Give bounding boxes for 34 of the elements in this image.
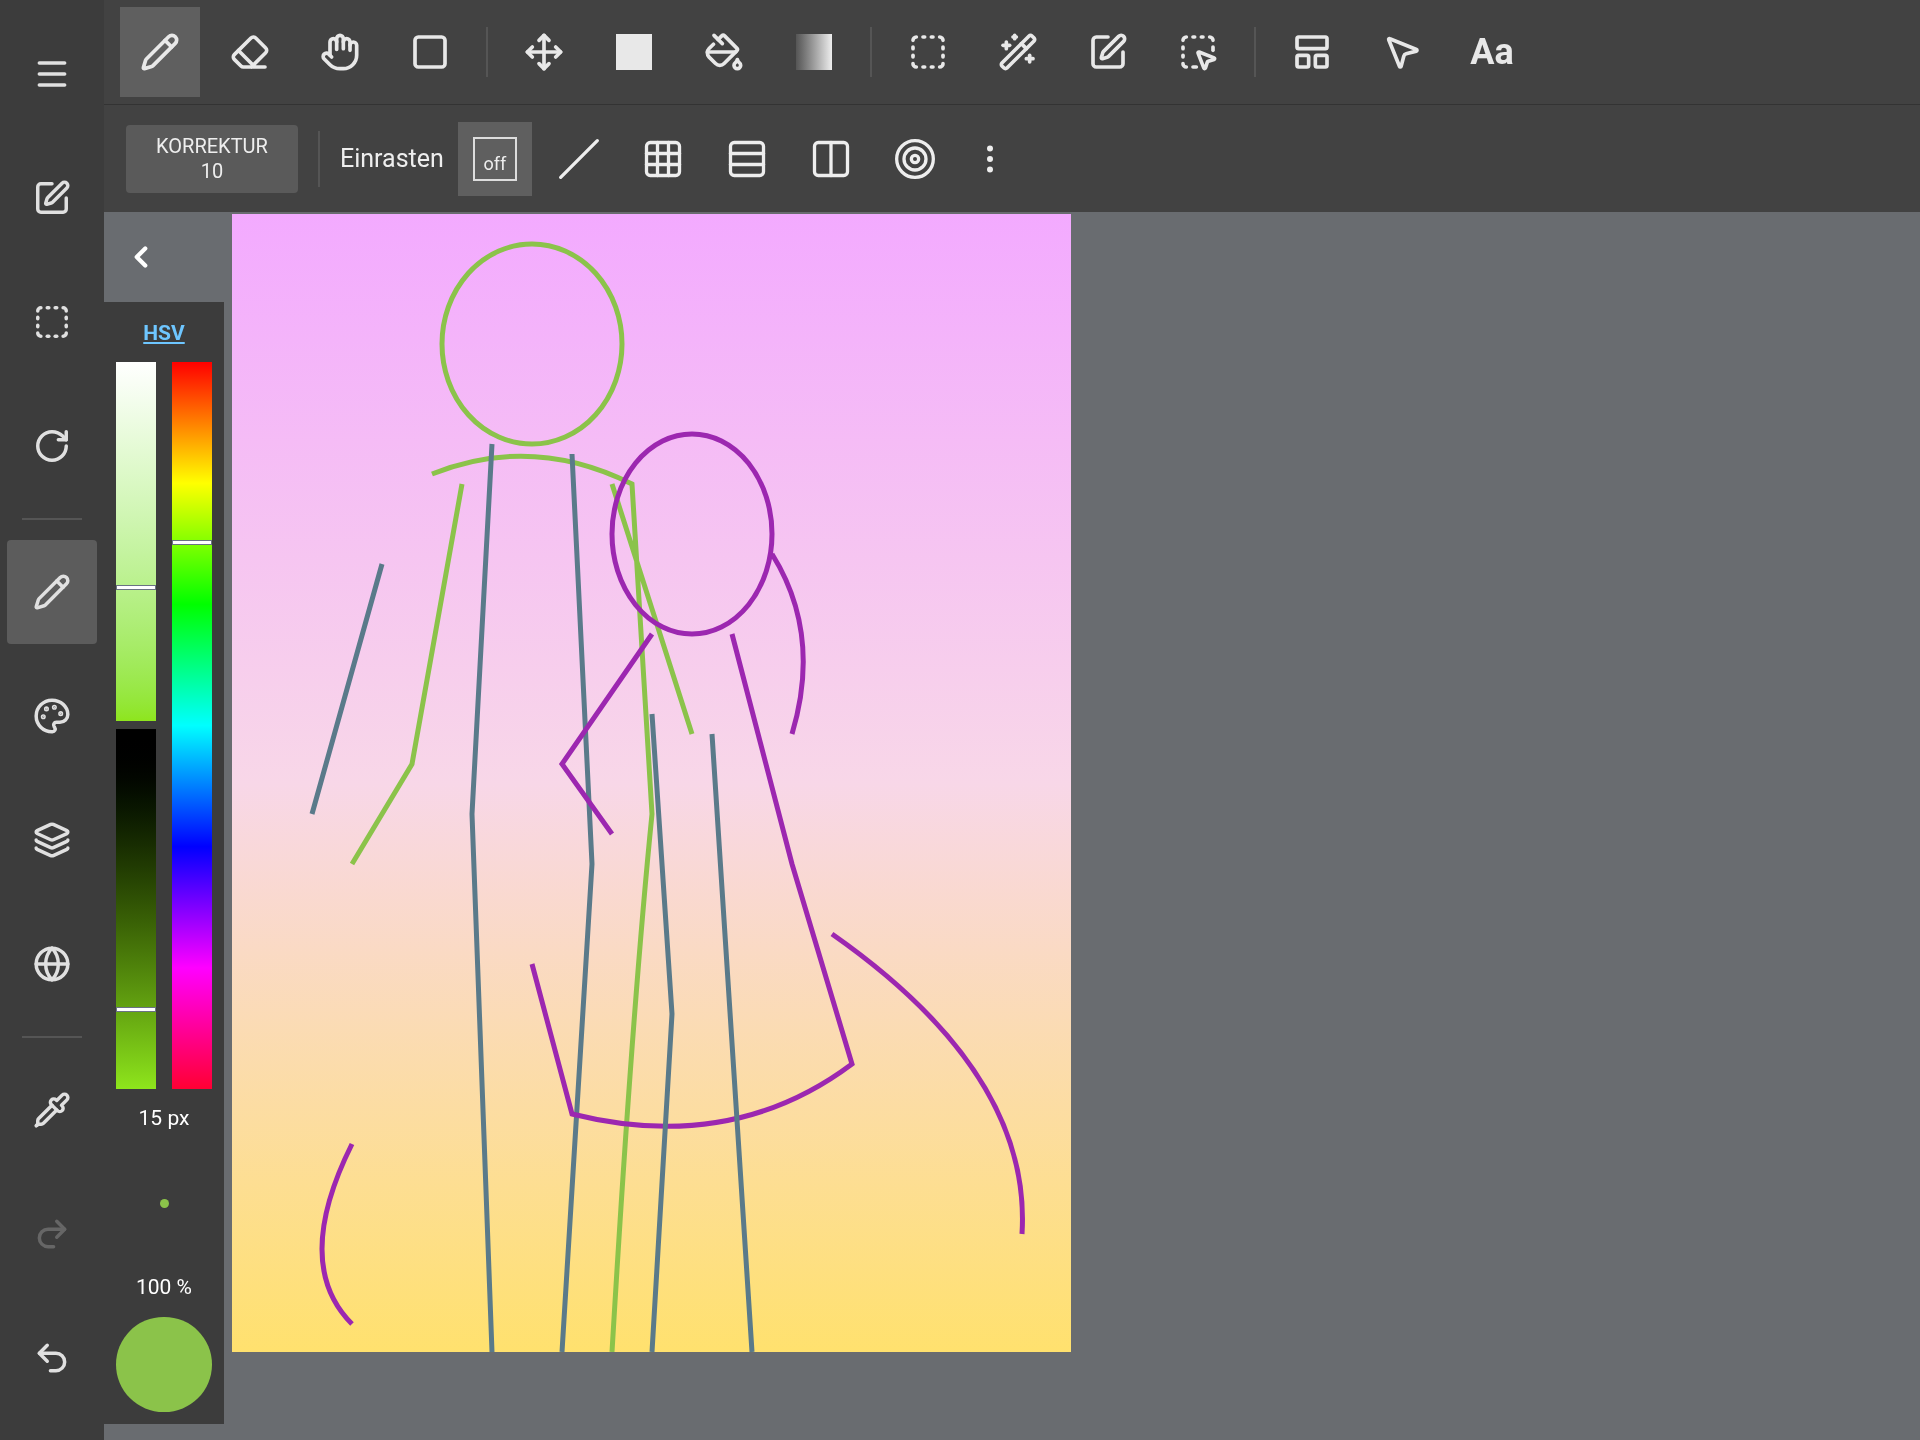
rotate-icon [33, 427, 71, 465]
gradient-icon [796, 34, 832, 70]
pencil-button[interactable] [7, 540, 97, 644]
snap-label: Einrasten [340, 142, 444, 175]
move-arrow-icon [524, 32, 564, 72]
text-tool-button[interactable]: Aa [1452, 7, 1532, 97]
dashed-square-icon [908, 32, 948, 72]
globe-icon [33, 945, 71, 983]
eyedropper-icon [33, 1091, 71, 1129]
slider-thumb[interactable] [116, 1007, 156, 1013]
value-slider[interactable] [116, 361, 156, 722]
hand-icon [320, 32, 360, 72]
color-mode-link[interactable]: HSV [143, 318, 185, 350]
snap-off-button[interactable]: off [457, 121, 532, 196]
opacity-label: 100 % [136, 1273, 192, 1301]
dashed-square-icon [33, 303, 71, 341]
slider-thumb[interactable] [116, 585, 156, 591]
eraser-icon [230, 32, 270, 72]
shade-slider[interactable] [116, 729, 156, 1090]
pencil-tool-button[interactable] [120, 7, 200, 97]
pencil-icon [33, 573, 71, 611]
paint-bucket-icon [704, 32, 744, 72]
pencil-icon [140, 32, 180, 72]
slider-thumb[interactable] [172, 540, 212, 546]
brush-size-label: 15 px [138, 1105, 190, 1133]
hue-slider[interactable] [172, 361, 212, 1090]
magic-wand-icon [998, 32, 1038, 72]
correction-button[interactable]: KORREKTUR 10 [126, 124, 298, 193]
square-icon [410, 32, 450, 72]
layers-icon [33, 821, 71, 859]
filled-square-icon [616, 34, 652, 70]
palette-icon [33, 697, 71, 735]
concentric-circles-icon [892, 136, 937, 181]
edit-icon [33, 179, 71, 217]
